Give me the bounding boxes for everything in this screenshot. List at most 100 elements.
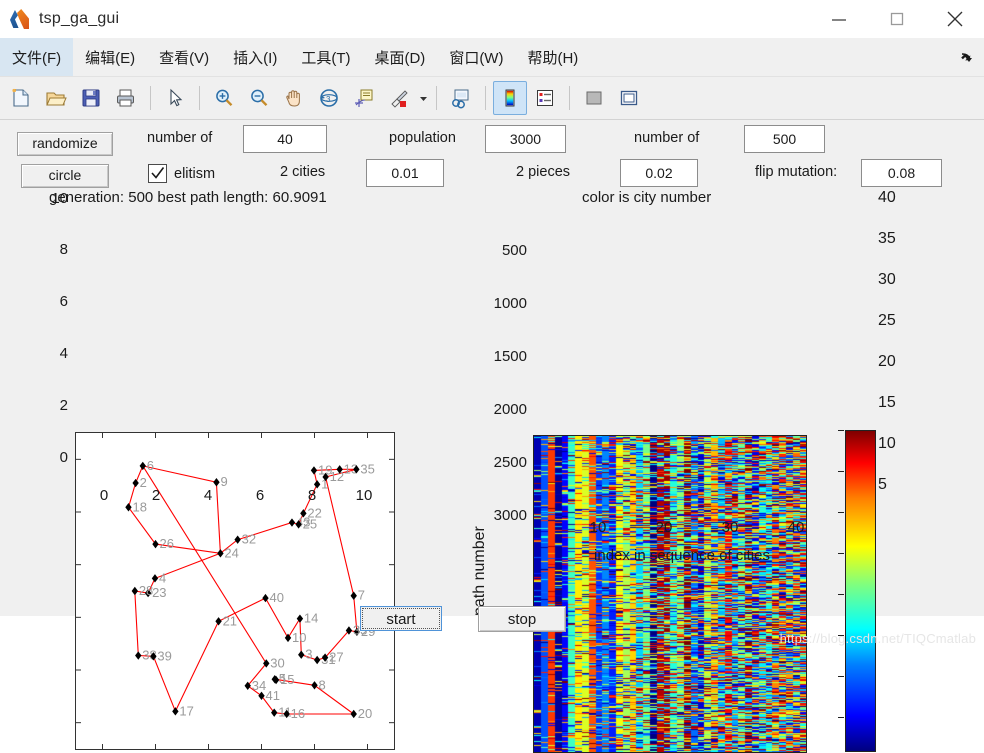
rotate-3d-icon[interactable]: 3 xyxy=(312,81,346,115)
save-icon[interactable] xyxy=(74,81,108,115)
swap-two-pieces-input[interactable]: 0.02 xyxy=(620,159,698,187)
menu-item-view[interactable]: 查看(V) xyxy=(147,38,221,76)
cbar-tick-20: 20 xyxy=(878,353,896,370)
new-figure-icon[interactable] xyxy=(4,81,38,115)
zoom-in-icon[interactable] xyxy=(207,81,241,115)
svg-text:32: 32 xyxy=(242,532,256,547)
x-tick-10: 10 xyxy=(355,487,373,504)
svg-text:35: 35 xyxy=(360,461,374,476)
toolbar-separator xyxy=(199,86,200,110)
route-svg: 6218926243243252211219133572933423283839… xyxy=(76,433,394,749)
svg-text:34: 34 xyxy=(252,678,266,693)
number-of-cities-label: number of xyxy=(147,130,213,146)
x-tick-4: 4 xyxy=(203,487,213,504)
best-tsp-route-plot[interactable]: 6218926243243252211219133572933423283839… xyxy=(75,432,395,750)
cbar-tick-25: 25 xyxy=(878,312,896,329)
x-tick-8: 8 xyxy=(307,487,317,504)
colorbar-icon[interactable] xyxy=(493,81,527,115)
menu-item-edit[interactable]: 编辑(E) xyxy=(73,38,147,76)
elitism-checkbox[interactable] xyxy=(148,164,167,183)
pointer-icon[interactable] xyxy=(158,81,192,115)
path-population-heatmap[interactable] xyxy=(533,435,807,753)
number-of-generations-label: number of xyxy=(634,130,700,146)
svg-text:3: 3 xyxy=(326,95,331,104)
cbar-tick-10: 10 xyxy=(878,435,896,452)
menu-item-file[interactable]: 文件(F) xyxy=(0,38,74,76)
toolbar-separator xyxy=(569,86,570,110)
number-of-generations-input[interactable]: 500 xyxy=(744,125,825,153)
menu-item-window[interactable]: 窗口(W) xyxy=(437,38,515,76)
menu-item-insert[interactable]: 插入(I) xyxy=(221,38,289,76)
heatmap-canvas xyxy=(534,436,806,752)
stop-button[interactable]: stop xyxy=(478,606,566,632)
svg-text:26: 26 xyxy=(160,536,174,551)
plot-area: generation: 500 best path length: 60.909… xyxy=(0,189,984,753)
flip-mutation-label: flip mutation: xyxy=(755,164,838,180)
open-folder-icon[interactable] xyxy=(39,81,73,115)
heatmap-x-axis-label: index in sequence of cities xyxy=(594,547,770,564)
x-tick-0: 0 xyxy=(99,487,109,504)
zoom-out-icon[interactable] xyxy=(242,81,276,115)
svg-text:6: 6 xyxy=(147,458,154,473)
cbar-tick-5: 5 xyxy=(878,476,887,493)
svg-text:23: 23 xyxy=(152,585,166,600)
randomize-button[interactable]: randomize xyxy=(17,132,113,156)
cbar-tick-35: 35 xyxy=(878,230,896,247)
minimize-button[interactable] xyxy=(810,0,868,38)
swap-two-cities-input[interactable]: 0.01 xyxy=(366,159,444,187)
print-icon[interactable] xyxy=(109,81,143,115)
svg-text:16: 16 xyxy=(291,706,305,721)
hm-y-tick-1500: 1500 xyxy=(493,348,527,365)
flip-mutation-input[interactable]: 0.08 xyxy=(861,159,942,187)
parameter-panel: randomize circle number of 40 population… xyxy=(0,120,984,196)
pan-hand-icon[interactable] xyxy=(277,81,311,115)
window-titlebar: tsp_ga_gui xyxy=(0,0,984,38)
close-button[interactable] xyxy=(926,0,984,38)
svg-text:15: 15 xyxy=(280,672,294,687)
population-label: population xyxy=(389,130,456,146)
svg-text:3: 3 xyxy=(305,647,312,662)
hide-plot-tools-icon[interactable] xyxy=(577,81,611,115)
start-button[interactable]: start xyxy=(360,606,442,631)
matlab-icon xyxy=(9,8,31,30)
hm-y-tick-500: 500 xyxy=(501,242,527,259)
legend-icon[interactable] xyxy=(528,81,562,115)
menu-item-desktop[interactable]: 桌面(D) xyxy=(362,38,437,76)
svg-text:7: 7 xyxy=(358,588,365,603)
number-of-cities-input[interactable]: 40 xyxy=(243,125,327,153)
show-plot-tools-icon[interactable] xyxy=(612,81,646,115)
hm-y-tick-1000: 1000 xyxy=(493,295,527,312)
svg-text:14: 14 xyxy=(304,611,318,626)
x-tick-6: 6 xyxy=(255,487,265,504)
svg-text:22: 22 xyxy=(307,505,321,520)
cbar-tick-30: 30 xyxy=(878,271,896,288)
data-cursor-icon[interactable] xyxy=(347,81,381,115)
hm-x-tick-30: 30 xyxy=(721,519,739,536)
link-plot-icon[interactable] xyxy=(444,81,478,115)
cbar-tick-40: 40 xyxy=(878,189,896,206)
brush-icon[interactable] xyxy=(382,81,416,115)
generation-status-text: generation: 500 best path length: 60.909… xyxy=(49,189,327,206)
hm-x-tick-40: 40 xyxy=(787,519,805,536)
window-controls xyxy=(810,0,984,38)
svg-text:40: 40 xyxy=(269,590,283,605)
brush-dropdown-caret[interactable] xyxy=(417,82,429,114)
colorbar[interactable] xyxy=(845,430,876,752)
arrow-down-right-icon[interactable] xyxy=(958,49,974,65)
maximize-button[interactable] xyxy=(868,0,926,38)
hm-x-tick-20: 20 xyxy=(655,519,673,536)
menu-item-tools[interactable]: 工具(T) xyxy=(289,38,362,76)
toolbar-separator xyxy=(150,86,151,110)
hm-x-tick-10: 10 xyxy=(589,519,607,536)
circle-button[interactable]: circle xyxy=(21,164,109,188)
y-tick-6: 6 xyxy=(59,293,68,310)
y-tick-2: 2 xyxy=(59,397,68,414)
toolbar-separator xyxy=(436,86,437,110)
svg-text:8: 8 xyxy=(319,677,326,692)
menu-item-help[interactable]: 帮助(H) xyxy=(515,38,590,76)
hm-y-tick-3000: 3000 xyxy=(493,507,527,524)
population-input[interactable]: 3000 xyxy=(485,125,566,153)
svg-text:21: 21 xyxy=(223,613,237,628)
y-tick-8: 8 xyxy=(59,241,68,258)
elitism-checkbox-row[interactable]: elitism xyxy=(148,164,215,183)
